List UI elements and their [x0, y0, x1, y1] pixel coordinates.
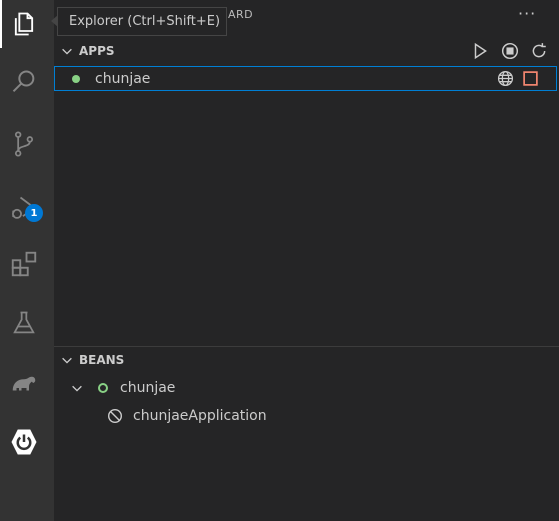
stop-icon[interactable]	[501, 42, 519, 60]
stop-square-icon[interactable]	[522, 70, 539, 87]
bean-root-label: chunjae	[120, 380, 176, 396]
source-control-icon	[14, 131, 34, 157]
app-item: chunjae	[72, 68, 150, 90]
chevron-down-icon	[70, 381, 84, 395]
apps-header-label: APPS	[79, 44, 115, 58]
activity-gradle[interactable]	[0, 359, 48, 407]
search-icon	[12, 70, 35, 93]
run-icon[interactable]	[471, 42, 489, 60]
running-status-icon	[72, 75, 80, 83]
app-label: chunjae	[95, 71, 151, 87]
beans-section-header[interactable]: BEANS	[54, 349, 559, 371]
gradle-elephant-icon	[12, 376, 36, 391]
running-status-icon	[98, 383, 108, 393]
activity-extensions[interactable]	[0, 240, 48, 288]
active-indicator	[0, 0, 2, 48]
bean-root-row[interactable]: chunjae	[70, 377, 175, 399]
bean-child-row[interactable]: chunjaeApplication	[107, 405, 267, 427]
testing-icon	[13, 311, 35, 334]
globe-icon[interactable]	[497, 70, 514, 87]
bean-disabled-icon	[107, 408, 123, 424]
activity-spring-boot[interactable]	[0, 418, 48, 466]
section-divider	[54, 346, 559, 347]
more-actions-icon[interactable]: ···	[518, 4, 536, 23]
debug-badge: 1	[25, 204, 43, 222]
refresh-icon[interactable]	[530, 42, 548, 60]
activity-search[interactable]	[0, 58, 48, 106]
activity-explorer[interactable]	[0, 0, 48, 48]
activity-bar: 1	[0, 0, 54, 521]
explorer-tooltip: Explorer (Ctrl+Shift+E)	[57, 7, 227, 36]
activity-source-control[interactable]	[0, 120, 48, 168]
sidebar-title: ARD	[228, 8, 254, 21]
spring-boot-power-icon	[11, 429, 37, 455]
chevron-down-icon	[60, 353, 76, 367]
beans-header-label: BEANS	[79, 353, 125, 367]
explorer-icon	[14, 12, 34, 36]
extensions-icon	[11, 251, 37, 277]
activity-testing[interactable]	[0, 299, 48, 347]
chevron-down-icon	[60, 44, 76, 58]
bean-child-label: chunjaeApplication	[133, 408, 267, 424]
